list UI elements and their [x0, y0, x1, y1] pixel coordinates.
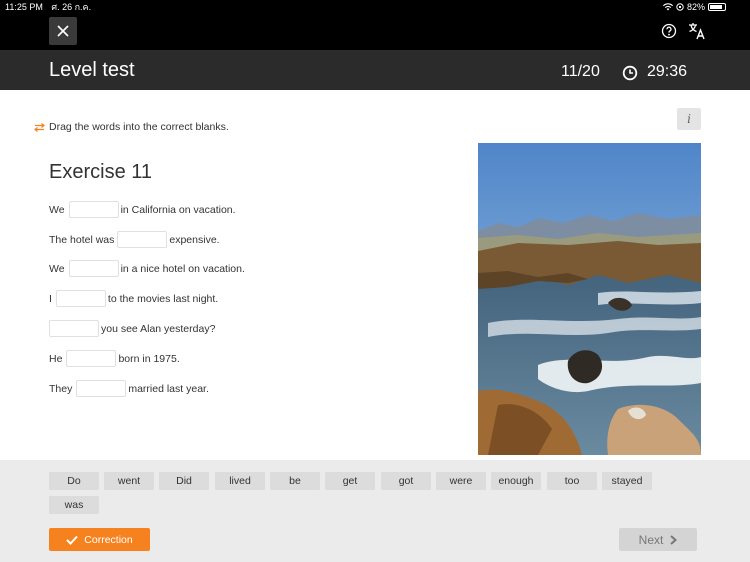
timer: 29:36 — [647, 63, 688, 80]
drag-arrows-icon — [34, 122, 45, 132]
word-chip[interactable]: lived — [215, 472, 265, 490]
answer-blank[interactable] — [55, 290, 106, 307]
answer-blank[interactable] — [49, 320, 99, 337]
sentence-text-after: married last year. — [128, 382, 209, 395]
next-label: Next — [638, 532, 664, 547]
top-bar — [0, 14, 750, 50]
sentence-1: We in California on vacation. — [49, 201, 236, 218]
next-button[interactable]: Next — [619, 528, 697, 551]
info-button[interactable]: i — [677, 108, 701, 130]
battery-icon — [708, 3, 726, 11]
word-chip[interactable]: stayed — [602, 472, 652, 490]
word-chip[interactable]: went — [104, 472, 154, 490]
wifi-icon — [662, 3, 673, 11]
sentence-text-before: I — [49, 292, 52, 305]
answer-blank[interactable] — [117, 231, 168, 248]
sentence-text-before: We — [49, 203, 65, 216]
answer-blank[interactable] — [66, 350, 117, 367]
sentence-text-after: in a nice hotel on vacation. — [120, 262, 245, 275]
sentence-text-after: born in 1975. — [118, 352, 180, 365]
sentence-6: He born in 1975. — [49, 350, 180, 367]
word-chip[interactable]: enough — [491, 472, 541, 490]
answer-blank[interactable] — [68, 201, 119, 218]
word-chip[interactable]: too — [547, 472, 597, 490]
translate-icon[interactable] — [688, 22, 706, 40]
sentence-2: The hotel was expensive. — [49, 231, 220, 248]
page-title: Level test — [49, 59, 135, 81]
answer-blank[interactable] — [68, 260, 119, 277]
close-button[interactable] — [49, 17, 77, 45]
battery-percent: 82% — [686, 2, 705, 12]
instruction-text: Drag the words into the correct blanks. — [49, 121, 229, 133]
status-time: 11:25 PM — [5, 2, 43, 12]
sentence-3: We in a nice hotel on vacation. — [49, 260, 245, 277]
status-bar: 11:25 PM ศ. 26 ก.ค. 82% — [0, 0, 750, 14]
sentence-text-before: He — [49, 352, 63, 365]
word-chip[interactable]: be — [270, 472, 320, 490]
sentence-5: you see Alan yesterday? — [49, 320, 215, 337]
sentence-text-before: They — [49, 382, 73, 395]
exercise-title: Exercise 11 — [49, 161, 153, 183]
sentence-4: I to the movies last night. — [49, 290, 218, 307]
coastline-photo — [478, 143, 701, 455]
question-progress: 11/20 — [561, 63, 600, 80]
sentence-text-before: We — [49, 262, 65, 275]
correction-label: Correction — [84, 533, 133, 546]
sentence-text-before: The hotel was — [49, 233, 115, 246]
chevron-right-icon — [670, 534, 678, 545]
clock-icon — [622, 65, 638, 81]
word-chip[interactable]: got — [381, 472, 431, 490]
word-chip[interactable]: Did — [159, 472, 209, 490]
sentence-text-after: to the movies last night. — [107, 292, 219, 305]
help-icon[interactable] — [661, 23, 677, 39]
close-icon — [57, 25, 69, 37]
correction-button[interactable]: Correction — [49, 528, 150, 551]
instruction: Drag the words into the correct blanks. — [34, 121, 229, 133]
word-chip[interactable]: were — [436, 472, 486, 490]
orientation-lock-icon — [676, 3, 684, 11]
sentence-text-after: expensive. — [169, 233, 220, 246]
word-chip[interactable]: get — [325, 472, 375, 490]
word-chip[interactable]: was — [49, 496, 99, 514]
test-header: Level test 11/20 29:36 — [0, 50, 750, 90]
checkmark-icon — [66, 535, 79, 545]
sentence-7: They married last year. — [49, 380, 209, 397]
word-chip[interactable]: Do — [49, 472, 99, 490]
answer-blank[interactable] — [76, 380, 127, 397]
status-date: ศ. 26 ก.ค. — [51, 2, 92, 12]
sentence-text-after: you see Alan yesterday? — [101, 322, 216, 335]
sentence-text-after: in California on vacation. — [120, 203, 236, 216]
